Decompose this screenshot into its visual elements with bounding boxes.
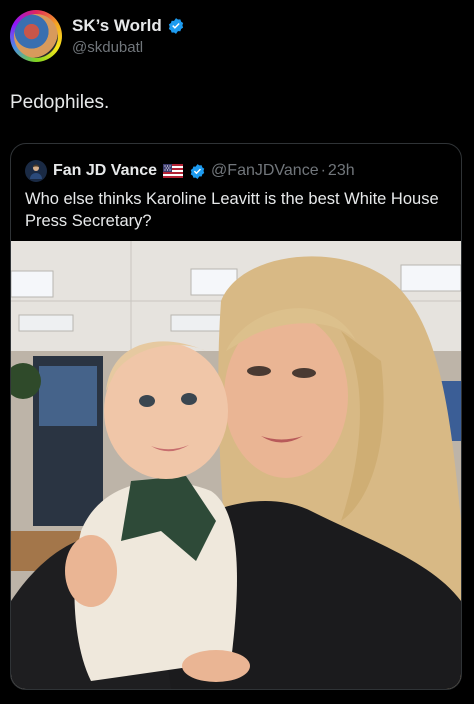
quoted-author-name[interactable]: Fan JD Vance <box>53 162 157 180</box>
author-names: SK’s World @skdubatl <box>72 16 185 56</box>
tweet-header: SK’s World @skdubatl <box>10 10 185 62</box>
timestamp-separator: · <box>320 162 326 179</box>
quoted-tweet-card[interactable]: Fan JD Vance @FanJDVance · 23h Who else … <box>10 143 462 690</box>
author-avatar[interactable] <box>10 10 62 62</box>
quoted-author-avatar[interactable] <box>25 160 47 182</box>
quoted-tweet-header: Fan JD Vance @FanJDVance · 23h <box>25 160 355 182</box>
quoted-author-handle[interactable]: @FanJDVance <box>211 162 319 180</box>
author-handle[interactable]: @skdubatl <box>72 39 185 56</box>
author-display-name[interactable]: SK’s World <box>72 16 162 36</box>
verified-badge-icon <box>167 17 185 35</box>
quoted-timestamp[interactable]: 23h <box>328 162 355 180</box>
quoted-tweet-text: Who else thinks Karoline Leavitt is the … <box>25 190 439 230</box>
author-display-name-row: SK’s World <box>72 16 185 36</box>
tweet-text: Pedophiles. <box>10 92 110 113</box>
avatar-image <box>14 14 58 58</box>
quoted-verified-badge-icon <box>189 163 206 180</box>
photo-illustration <box>11 241 461 689</box>
us-flag-icon <box>163 164 184 178</box>
quoted-tweet-photo[interactable] <box>11 241 461 689</box>
